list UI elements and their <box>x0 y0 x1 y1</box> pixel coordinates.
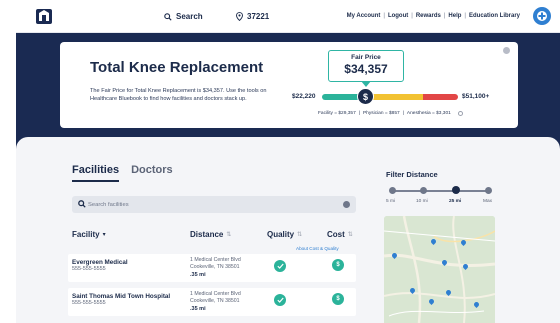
bluebook-logo-icon[interactable] <box>34 6 54 26</box>
facility-search-box <box>72 196 356 213</box>
distance-stop-10mi[interactable] <box>420 187 427 194</box>
nav-my-account[interactable]: My Account <box>347 13 381 19</box>
facility-phone: 555-555-5555 <box>72 266 106 272</box>
location-pin-icon <box>236 12 243 21</box>
breakdown-separator: | <box>402 111 404 116</box>
info-icon[interactable] <box>457 111 463 116</box>
price-range-low: $22,220 <box>292 93 316 100</box>
top-bar: Search 37221 My Account | Logout | Rewar… <box>16 0 560 33</box>
tab-facilities[interactable]: Facilities <box>72 164 120 182</box>
cost-dollar-icon: $ <box>332 259 344 271</box>
col-quality-label: Quality <box>267 230 295 239</box>
table-row[interactable]: Saint Thomas Mid Town Hospital 555-555-5… <box>68 288 356 316</box>
col-header-facility[interactable]: Facility ▾ <box>72 230 106 239</box>
address-line2: Cookeville, TN 38501 <box>190 263 240 270</box>
distance-label-25mi: 25 mi <box>449 199 462 204</box>
nav-help[interactable]: Help <box>448 13 461 19</box>
fair-price-callout: Fair Price $34,357 <box>328 50 404 82</box>
sort-icon: ⇅ <box>226 232 232 238</box>
facility-search-input[interactable] <box>88 199 328 210</box>
sort-icon: ⇅ <box>297 232 303 238</box>
fair-price-card: Total Knee Replacement The Fair Price fo… <box>60 42 518 128</box>
sort-desc-icon: ▾ <box>102 232 106 238</box>
nav-separator: | <box>443 13 446 19</box>
tab-doctors[interactable]: Doctors <box>131 164 173 182</box>
col-facility-label: Facility <box>72 230 100 239</box>
col-distance-label: Distance <box>190 230 224 239</box>
price-range-bar <box>322 94 458 100</box>
header-search-link[interactable]: Search <box>164 12 203 21</box>
quality-check-icon <box>274 260 286 272</box>
about-cost-quality-link[interactable]: About Cost & Quality <box>296 246 339 251</box>
distance-stop-25mi[interactable] <box>452 186 460 194</box>
callout-pointer <box>361 81 371 87</box>
nav-separator: | <box>383 13 385 19</box>
distance-label-5mi: 5 mi <box>386 199 396 204</box>
distance-label-max: Max <box>483 199 493 204</box>
location-zip-link[interactable]: 37221 <box>236 12 269 21</box>
search-icon <box>78 200 86 208</box>
user-avatar[interactable] <box>533 7 551 25</box>
fair-price-label: Fair Price <box>351 54 381 61</box>
breakdown-anesthesia: Anesthesia = $3,301 <box>406 111 451 116</box>
distance-stop-5mi[interactable] <box>389 187 396 194</box>
clear-search-icon[interactable] <box>343 201 350 208</box>
top-nav: My Account | Logout | Rewards | Help | E… <box>347 13 520 19</box>
plus-badge-icon <box>537 11 547 21</box>
facility-name[interactable]: Saint Thomas Mid Town Hospital <box>72 293 170 300</box>
facility-distance: .35 mi <box>190 272 206 278</box>
cost-dollar-icon: $ <box>332 293 344 305</box>
procedure-title: Total Knee Replacement <box>90 59 264 76</box>
map-roads <box>384 216 495 323</box>
col-header-distance[interactable]: Distance ⇅ <box>190 230 231 239</box>
procedure-description: The Fair Price for Total Knee Replacemen… <box>90 88 267 103</box>
nav-logout[interactable]: Logout <box>388 13 408 19</box>
fair-price-value: $34,357 <box>344 62 388 76</box>
sort-icon: ⇅ <box>347 232 353 238</box>
facility-phone: 555-555-5555 <box>72 300 106 306</box>
results-tabs: Facilities Doctors <box>72 164 173 182</box>
results-map[interactable] <box>384 216 495 323</box>
price-range-high: $51,100+ <box>462 93 490 100</box>
search-icon <box>164 12 172 21</box>
breakdown-separator: | <box>358 111 360 116</box>
zip-code: 37221 <box>247 12 270 21</box>
distance-label-10mi: 10 mi <box>416 199 428 204</box>
quality-check-icon <box>274 294 286 306</box>
distance-slider-track[interactable] <box>392 190 490 192</box>
address-line1: 1 Medical Center Blvd <box>190 257 241 263</box>
address-line1: 1 Medical Center Blvd <box>190 291 241 297</box>
nav-separator: | <box>411 13 413 19</box>
facility-name[interactable]: Evergreen Medical <box>72 259 128 266</box>
breakdown-physician: Physician = $857 <box>362 111 400 116</box>
facility-address: 1 Medical Center Blvd Cookeville, TN 385… <box>190 291 241 305</box>
nav-education-library[interactable]: Education Library <box>469 13 520 19</box>
search-label: Search <box>176 12 203 21</box>
address-line2: Cookeville, TN 38501 <box>190 297 240 304</box>
facility-distance: .35 mi <box>190 306 206 312</box>
col-header-cost[interactable]: Cost ⇅ <box>327 230 353 239</box>
table-row[interactable]: Evergreen Medical 555-555-5555 1 Medical… <box>68 254 356 282</box>
close-icon[interactable] <box>503 47 510 54</box>
col-header-quality[interactable]: Quality ⇅ <box>267 230 302 239</box>
distance-stop-max[interactable] <box>485 187 492 194</box>
bar-segment-yellow <box>368 94 423 100</box>
facility-address: 1 Medical Center Blvd Cookeville, TN 385… <box>190 257 241 271</box>
fair-price-marker: $ <box>357 88 374 105</box>
nav-separator: | <box>464 13 466 19</box>
breakdown-facility: Facility = $29,357 <box>318 111 356 116</box>
price-breakdown: Facility = $29,357 | Physician = $857 | … <box>318 111 463 116</box>
bar-segment-red <box>422 94 458 100</box>
col-cost-label: Cost <box>327 230 345 239</box>
filter-distance-title: Filter Distance <box>386 170 438 179</box>
nav-rewards[interactable]: Rewards <box>416 13 441 19</box>
